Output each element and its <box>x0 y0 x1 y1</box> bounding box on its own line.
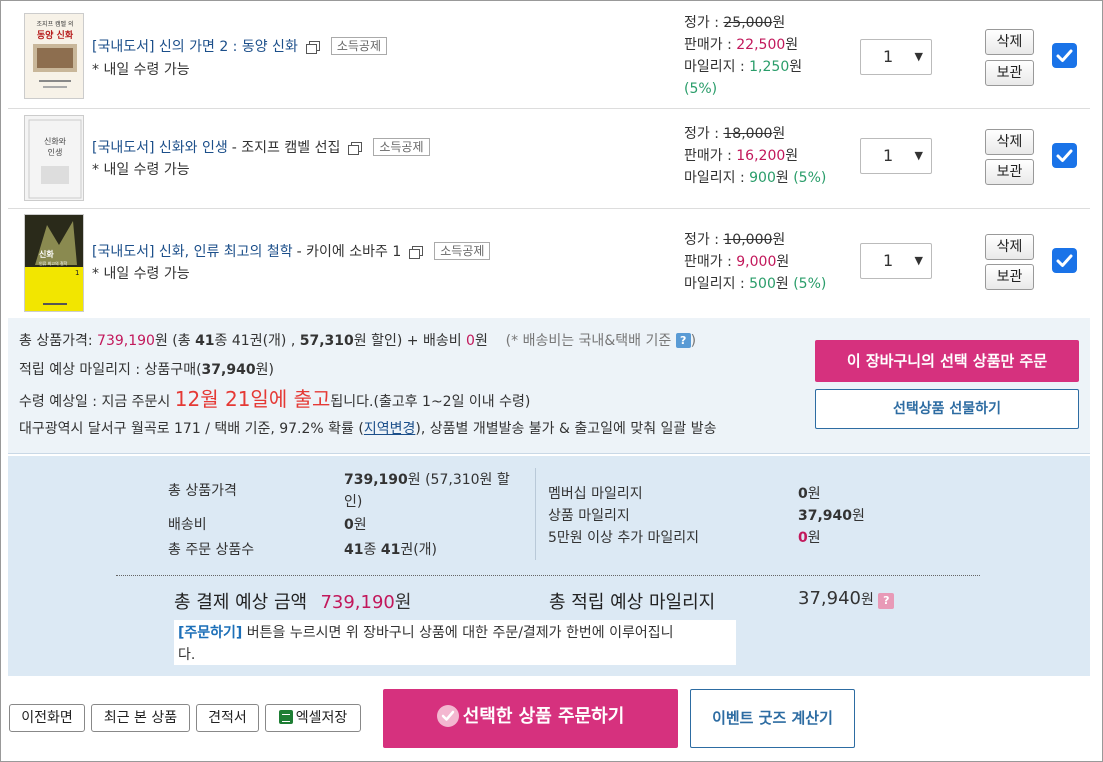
item-checkbox[interactable] <box>1052 143 1077 168</box>
chevron-down-icon: ▼ <box>914 254 923 267</box>
divider <box>535 468 536 560</box>
new-window-icon[interactable] <box>409 245 424 259</box>
region-change-link[interactable]: 지역변경 <box>364 421 416 437</box>
order-count-label: 총 주문 상품수 <box>168 542 255 558</box>
payment-summary: 총 상품가격 739,190원 (57,310원 할 인) 배송비 0원 총 주문… <box>8 456 1090 676</box>
new-window-icon[interactable] <box>348 141 363 155</box>
quantity-select[interactable]: 1 ▼ <box>860 39 932 75</box>
cart-item-row: 조지프 캠벨 의 동양 신화 [국내도서] 신의 가면 2 : 동양 신화 소득… <box>8 0 1090 109</box>
book-title: [국내도서] 신화, 인류 최고의 철학 - 카이에 소바주 1 소득공제 <box>92 241 491 261</box>
membership-mileage-label: 멤버십 마일리지 <box>548 486 643 502</box>
delivery-info: * 내일 수령 가능 <box>92 266 190 282</box>
delivery-address-line: 대구광역시 달서구 월곡로 171 / 택배 기준, 97.2% 확률 (지역변… <box>19 421 717 437</box>
help-icon[interactable]: ? <box>878 593 895 609</box>
cart-total-line: 총 상품가격: 739,190원 (총 41종 41권(개) , 57,310원… <box>19 333 697 349</box>
quote-button[interactable]: 견적서 <box>196 704 259 732</box>
chevron-down-icon: ▼ <box>914 50 923 63</box>
cart-mileage-line: 적립 예상 마일리지 : 상품구매(37,940원) <box>19 362 274 378</box>
pay-total: 총 결제 예상 금액 739,190원 <box>174 592 412 613</box>
book-title-link[interactable]: [국내도서] 신화, 인류 최고의 철학 <box>92 241 293 261</box>
cover-text: 1 <box>75 269 79 277</box>
book-cover-image[interactable]: 신화 인류 최고의 철학 1 <box>24 214 84 312</box>
item-checkbox[interactable] <box>1052 248 1077 273</box>
delivery-info: * 내일 수령 가능 <box>92 162 190 178</box>
total-goods-label: 총 상품가격 <box>168 483 237 499</box>
cover-text: 동양 신화 <box>37 29 74 41</box>
keep-button[interactable]: 보관 <box>985 60 1034 86</box>
cart-item-row: 신화 인류 최고의 철학 1 [국내도서] 신화, 인류 최고의 철학 - 카이… <box>8 209 1090 318</box>
receive-date-line: 수령 예상일 : 지금 주문시 12월 21일에 출고됩니다.(출고후 1~2일… <box>19 387 531 411</box>
price-info: 정가 : 25,000원 판매가 : 22,500원 마일리지 : 1,250원… <box>684 15 803 97</box>
cover-text: 인류 최고의 철학 <box>39 260 68 266</box>
total-goods-value: 739,190원 (57,310원 할 인) <box>344 472 510 510</box>
cover-text: 조지프 캠벨 의 <box>37 20 74 28</box>
excel-save-button[interactable]: 엑셀저장 <box>265 704 361 732</box>
price-info: 정가 : 18,000원 판매가 : 16,200원 마일리지 : 900원 (… <box>684 126 827 186</box>
recent-items-button[interactable]: 최근 본 상품 <box>91 704 190 732</box>
quantity-select[interactable]: 1 ▼ <box>860 243 932 279</box>
excel-icon <box>278 710 293 724</box>
delivery-info: * 내일 수령 가능 <box>92 62 190 78</box>
extra-mileage-value: 0원 <box>798 530 821 546</box>
quantity-select[interactable]: 1 ▼ <box>860 138 932 174</box>
cover-text: 신화 <box>39 249 54 259</box>
earn-total-label: 총 적립 예상 마일리지 <box>549 592 716 613</box>
delete-button[interactable]: 삭제 <box>985 29 1034 55</box>
order-notice: [주문하기] 버튼을 누르시면 위 장바구니 상품에 대한 주문/결제가 한번에… <box>174 620 736 665</box>
membership-mileage-value: 0원 <box>798 486 821 502</box>
goods-mileage-value: 37,940원 <box>798 508 865 524</box>
shipping-label: 배송비 <box>168 517 207 533</box>
new-window-icon[interactable] <box>305 40 320 54</box>
goods-mileage-label: 상품 마일리지 <box>548 508 630 524</box>
book-title-link[interactable]: [국내도서] 신의 가면 2 : 동양 신화 <box>92 36 298 56</box>
book-title: [국내도서] 신화와 인생 - 조지프 캠벨 선집 소득공제 <box>92 137 430 157</box>
order-selected-main-button[interactable]: 선택한 상품 주문하기 <box>383 689 678 748</box>
price-info: 정가 : 10,000원 판매가 : 9,000원 마일리지 : 500원 (5… <box>684 232 827 292</box>
delete-button[interactable]: 삭제 <box>985 129 1034 155</box>
dotted-divider <box>116 575 980 576</box>
prev-page-button[interactable]: 이전화면 <box>9 704 85 732</box>
tax-deduction-badge: 소득공제 <box>373 138 430 156</box>
cart-summary: 총 상품가격: 739,190원 (총 41종 41권(개) , 57,310원… <box>8 318 1090 454</box>
shipping-value: 0원 <box>344 517 367 533</box>
event-goods-calculator-button[interactable]: 이벤트 굿즈 계산기 <box>690 689 855 748</box>
cover-text: 신화와 <box>44 136 67 146</box>
check-circle-icon <box>436 705 459 727</box>
gift-selected-button[interactable]: 선택상품 선물하기 <box>815 389 1079 429</box>
cover-text: 인생 <box>48 147 63 157</box>
cart-item-row: 신화와 인생 [국내도서] 신화와 인생 - 조지프 캠벨 선집 소득공제 * … <box>8 109 1090 209</box>
book-title: [국내도서] 신의 가면 2 : 동양 신화 소득공제 <box>92 36 387 56</box>
tax-deduction-badge: 소득공제 <box>434 242 491 260</box>
keep-button[interactable]: 보관 <box>985 264 1034 290</box>
order-selected-button[interactable]: 이 장바구니의 선택 상품만 주문 <box>815 340 1079 382</box>
extra-mileage-label: 5만원 이상 추가 마일리지 <box>548 530 700 546</box>
book-cover-image[interactable]: 조지프 캠벨 의 동양 신화 <box>24 13 84 99</box>
keep-button[interactable]: 보관 <box>985 159 1034 185</box>
delete-button[interactable]: 삭제 <box>985 234 1034 260</box>
chevron-down-icon: ▼ <box>914 149 923 162</box>
item-checkbox[interactable] <box>1052 43 1077 68</box>
book-cover-image[interactable]: 신화와 인생 <box>24 115 84 201</box>
order-count-value: 41종 41권(개) <box>344 542 437 558</box>
book-title-link[interactable]: [국내도서] 신화와 인생 <box>92 137 228 157</box>
tax-deduction-badge: 소득공제 <box>330 37 387 55</box>
help-icon[interactable]: ? <box>675 333 691 348</box>
earn-total-value: 37,940원 ? <box>798 588 895 609</box>
